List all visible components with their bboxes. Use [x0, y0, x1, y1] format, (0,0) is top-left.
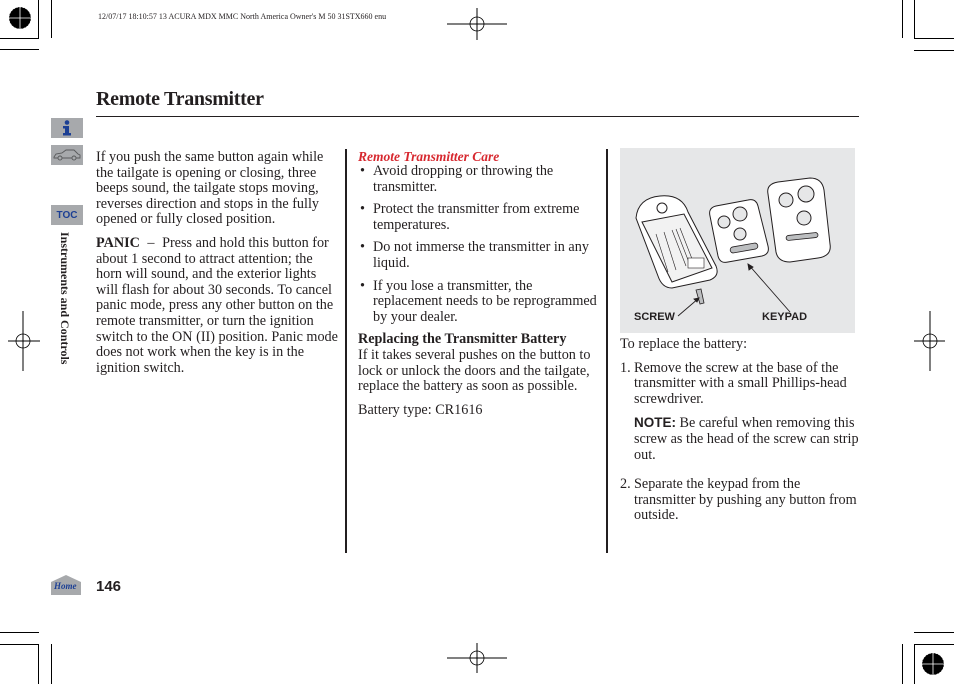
keypad-label: KEYPAD: [762, 311, 808, 323]
transmitter-drawing: [635, 177, 831, 317]
info-button[interactable]: [51, 118, 83, 138]
battery-heading: Replacing the Transmitter Battery: [358, 331, 567, 348]
registration-rosette-top-left: [8, 6, 32, 30]
crosshair-bottom-center: [447, 643, 507, 673]
screw-label: SCREW: [634, 311, 675, 323]
page-title: Remote Transmitter: [96, 88, 264, 110]
toc-label: TOC: [56, 209, 78, 221]
print-metadata: 12/07/17 18:10:57 13 ACURA MDX MMC North…: [98, 12, 387, 21]
note-label: NOTE:: [634, 415, 676, 431]
crosshair-right: [914, 311, 945, 371]
keypad-icon: [709, 199, 769, 263]
care-list-item: • If you lose a transmitter, the replacem…: [360, 277, 597, 325]
battery-paragraph: If it takes several pushes on the button…: [358, 346, 591, 395]
column-right: To replace the battery: 1. Remove the sc…: [620, 336, 860, 532]
column-left: If you push the same button again while …: [96, 149, 338, 384]
note-block: NOTE: Be careful when removing this scre…: [634, 415, 860, 463]
toc-button[interactable]: TOC: [51, 205, 83, 225]
page-number: 146: [96, 578, 122, 595]
title-rule: [96, 116, 859, 117]
column-middle: Remote Transmitter Care • Avoid dropping …: [358, 149, 598, 426]
home-button[interactable]: Home: [51, 575, 81, 595]
panic-paragraph: PANIC – Press and hold this button for a…: [96, 234, 338, 376]
crosshair-left: [8, 311, 40, 371]
care-heading: Remote Transmitter Care: [358, 149, 500, 164]
care-list-item: • Do not immerse the transmitter in any l…: [360, 239, 589, 271]
replace-steps: 1. Remove the screw at the base of the t…: [620, 359, 860, 524]
transmitter-illustration: SCREW KEYPAD: [620, 148, 855, 333]
car-icon: [53, 149, 81, 161]
step-item: 2. Separate the keypad from the transmit…: [620, 476, 857, 524]
step-item: 1. Remove the screw at the base of the t…: [620, 359, 860, 463]
assembled-transmitter-icon: [767, 177, 831, 263]
battery-type: Battery type: CR1616: [358, 401, 483, 418]
care-list-item: • Avoid dropping or throwing the transmit…: [360, 163, 554, 195]
panic-description: Press and hold this button for about 1 s…: [96, 234, 338, 376]
home-label: Home: [54, 581, 77, 591]
panic-term: PANIC: [96, 234, 140, 251]
tailgate-paragraph: If you push the same button again while …: [96, 149, 324, 228]
car-index-button[interactable]: [51, 145, 83, 165]
column-divider-1: [345, 149, 347, 553]
crosshair-top-center: [447, 8, 507, 40]
column-divider-2: [606, 149, 608, 553]
care-list-item: • Protect the transmitter from extreme te…: [360, 201, 580, 233]
registration-rosette-bottom-right: [921, 652, 945, 676]
panic-dash: –: [147, 234, 155, 251]
transmitter-case-icon: [635, 195, 718, 305]
info-icon: [63, 120, 71, 136]
replace-intro: To replace the battery:: [620, 336, 748, 352]
section-label: Instruments and Controls: [58, 232, 72, 365]
care-list: • Avoid dropping or throwing the transmit…: [358, 163, 598, 325]
